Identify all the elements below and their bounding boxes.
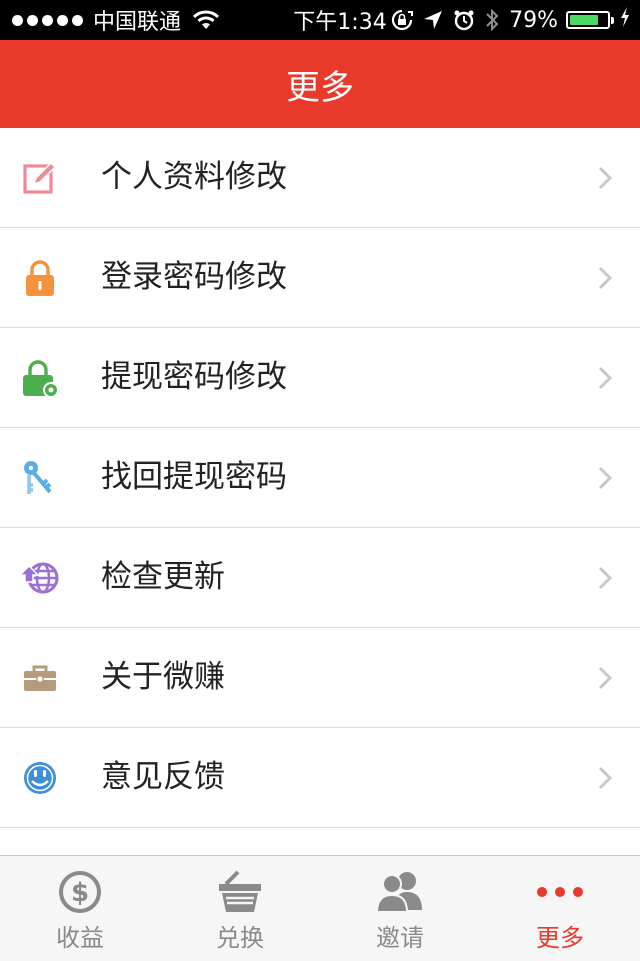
tab-invite[interactable]: 邀请 [320,856,480,961]
tab-label: 邀请 [376,924,424,952]
svg-text:$: $ [71,878,89,908]
wifi-icon [193,10,220,30]
tab-label: 收益 [56,924,104,952]
chevron-right-icon [598,266,613,290]
chevron-right-icon [598,766,613,790]
chevron-right-icon [598,666,613,690]
menu-item-profile-edit[interactable]: 个人资料修改 [0,128,640,228]
bluetooth-icon [485,8,499,32]
location-icon [423,10,443,30]
tab-bar: $ 收益 兑换 邀请 更多 [0,855,640,961]
battery-percent: 79% [509,7,558,33]
menu-item-withdraw-password[interactable]: 提现密码修改 [0,328,640,428]
nav-bar: 更多 [0,40,640,128]
menu-item-label: 个人资料修改 [101,159,287,195]
menu-item-about[interactable]: 关于微赚 [0,628,640,728]
keys-icon [20,458,60,498]
status-time: 下午1:34 [293,10,387,35]
menu-item-label: 关于微赚 [101,659,225,695]
alarm-icon [453,9,475,31]
menu-item-recover-withdraw-password[interactable]: 找回提现密码 [0,428,640,528]
signal-strength-icon [12,14,83,26]
menu-item-label: 登录密码修改 [101,259,287,295]
menu-item-label: 找回提现密码 [101,459,287,495]
rotation-lock-icon [391,9,414,31]
menu-item-label: 提现密码修改 [101,359,287,395]
smiley-icon [20,758,60,798]
carrier-name: 中国联通 [93,10,182,35]
users-icon [375,870,424,914]
lock-gear-icon [20,358,60,398]
tab-exchange[interactable]: 兑换 [160,856,320,961]
chevron-right-icon [598,166,613,190]
menu-item-check-update[interactable]: 检查更新 [0,528,640,628]
battery-fill [570,15,599,25]
tab-more[interactable]: 更多 [480,856,640,961]
more-dots-icon [536,870,584,914]
chevron-right-icon [598,366,613,390]
menu-item-feedback[interactable]: 意见反馈 [0,728,640,828]
menu-item-label: 检查更新 [101,559,225,595]
status-bar: 中国联通 下午1:34 79% [0,0,640,40]
settings-menu: 个人资料修改 登录密码修改 提现密码修改 找回提现密码 检查更新 关于微赚 意见… [0,128,640,855]
menu-item-label: 意见反馈 [101,759,225,795]
edit-icon [20,158,60,198]
tab-earnings[interactable]: $ 收益 [0,856,160,961]
dollar-coin-icon: $ [56,870,104,914]
menu-item-login-password[interactable]: 登录密码修改 [0,228,640,328]
basket-icon [216,870,264,914]
briefcase-icon [20,658,60,698]
globe-update-icon [18,558,60,598]
tab-label: 更多 [536,924,584,952]
tab-label: 兑换 [216,924,264,952]
battery-icon [566,11,614,29]
chevron-right-icon [598,466,613,490]
charging-icon [620,7,630,33]
page-title: 更多 [286,67,354,108]
chevron-right-icon [598,566,613,590]
lock-icon [20,258,60,298]
